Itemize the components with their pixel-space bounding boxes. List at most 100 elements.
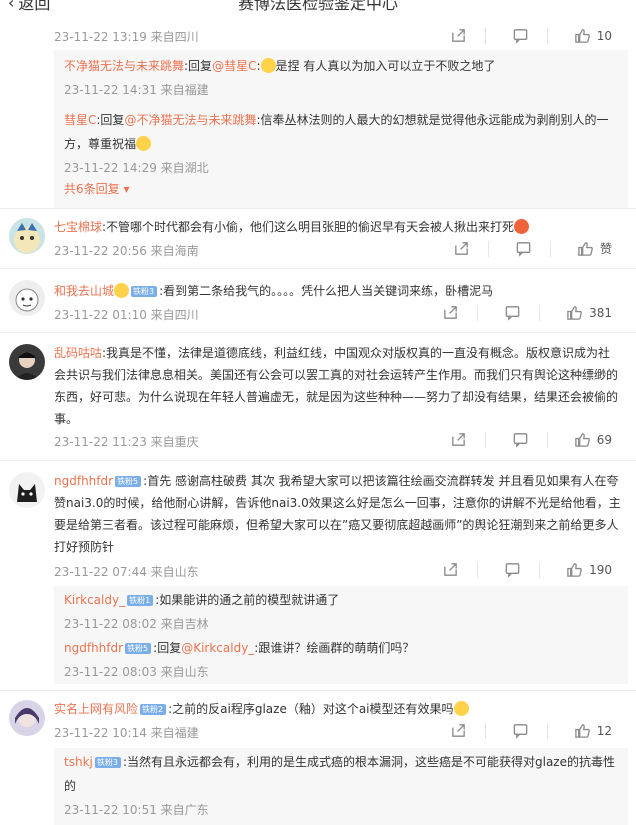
- comment-actions: 190: [416, 561, 612, 578]
- reply-username[interactable]: tshkj: [64, 755, 93, 769]
- replies-container: Kirkcaldy_ 铁粉1:如果能讲的通之前的模型就讲通了 23-11-22 0…: [54, 586, 628, 684]
- share-button[interactable]: [442, 304, 459, 321]
- like-button[interactable]: 381: [566, 304, 612, 321]
- fan-badge: 铁粉1: [127, 595, 154, 606]
- like-icon: [566, 304, 583, 321]
- avatar[interactable]: [9, 344, 45, 380]
- comment-body: 实名上网有风险 铁粉2:之前的反ai程序glaze（釉）对这个ai模型还有效果吗: [54, 698, 622, 720]
- comment-username[interactable]: 乱码咕咕: [54, 346, 102, 360]
- like-count: 381: [589, 305, 612, 320]
- comment-actions: 12: [424, 722, 612, 739]
- comment-username[interactable]: ngdfhhfdr: [54, 474, 113, 488]
- more-replies-link[interactable]: 共6条回复 ▾: [64, 180, 129, 197]
- comment-username[interactable]: 和我去山城: [54, 284, 114, 298]
- divider: [549, 240, 551, 257]
- share-button[interactable]: [453, 240, 470, 257]
- divider: [546, 27, 548, 44]
- share-button[interactable]: [442, 561, 459, 578]
- like-icon: [566, 561, 583, 578]
- like-count: 10: [596, 28, 612, 43]
- reply-username[interactable]: ngdfhhfdr: [64, 641, 123, 655]
- comment-button[interactable]: [504, 304, 521, 321]
- like-button[interactable]: 赞: [577, 240, 612, 257]
- avatar[interactable]: [9, 218, 45, 254]
- emoji-icon: [260, 58, 276, 73]
- reply-item: tshkj 铁粉3:当然有且永远都会有，利用的是生成式癌的根本漏洞，这些癌是不可能…: [64, 750, 616, 822]
- comment-button[interactable]: [504, 561, 521, 578]
- divider: [0, 332, 636, 333]
- comment-button[interactable]: [512, 27, 529, 44]
- reply-username[interactable]: Kirkcaldy_: [64, 593, 125, 607]
- share-button[interactable]: [450, 722, 467, 739]
- reply-item: ngdfhhfdr 铁粉5:回复@Kirkcaldy_:跟谁讲？绘画群的萌萌们吗？…: [64, 636, 616, 684]
- comment-button[interactable]: [515, 240, 532, 257]
- mention-link[interactable]: @Kirkcaldy_: [181, 641, 254, 655]
- reply-meta: 23-11-22 08:02 来自吉林: [64, 617, 209, 631]
- like-icon: [574, 27, 591, 44]
- reply-username[interactable]: 彗星C: [64, 113, 96, 127]
- divider: [0, 460, 636, 461]
- replies-container: tshkj 铁粉3:当然有且永远都会有，利用的是生成式癌的根本漏洞，这些癌是不可能…: [54, 748, 628, 825]
- like-icon: [574, 431, 591, 448]
- share-button[interactable]: [450, 431, 467, 448]
- comment-button[interactable]: [512, 722, 529, 739]
- fan-badge: 铁粉3: [131, 286, 158, 297]
- comment-body: 七宝棉球:不管哪个时代都会有小偷，他们这么明目张胆的偷迟早有天会被人揪出来打死: [54, 216, 622, 238]
- comment-actions: 69: [424, 431, 612, 448]
- comment-icon: [512, 722, 529, 739]
- like-count: 190: [589, 562, 612, 577]
- comment-icon: [504, 561, 521, 578]
- divider: [0, 208, 636, 209]
- avatar[interactable]: [9, 472, 45, 508]
- divider: [484, 722, 486, 739]
- comment-meta: 23-11-22 07:44 来自山东: [54, 565, 199, 579]
- comment-actions: 381: [416, 304, 612, 321]
- share-icon: [450, 431, 467, 448]
- mention-link[interactable]: @彗星C: [212, 59, 256, 73]
- emoji-icon: [114, 283, 130, 298]
- comment-icon: [515, 240, 532, 257]
- comment-meta: 23-11-22 13:19 来自四川: [54, 30, 199, 44]
- divider: [477, 561, 479, 578]
- comment-meta: 23-11-22 01:10 来自四川: [54, 308, 199, 322]
- divider: [487, 240, 489, 257]
- reply-item: 不净猫无法与未来跳舞:回复@彗星C: 是捏 有人真以为加入可以立于不败之地了 23…: [64, 54, 616, 102]
- share-icon: [453, 240, 470, 257]
- comment-body: ngdfhhfdr 铁粉5:首先 感谢高柱破费 其次 我希望大家可以把该篇往绘画交…: [54, 474, 621, 554]
- comment-icon: [512, 431, 529, 448]
- like-button[interactable]: 190: [566, 561, 612, 578]
- share-button[interactable]: [450, 27, 467, 44]
- like-button[interactable]: 12: [574, 722, 612, 739]
- like-icon: [577, 240, 594, 257]
- like-button[interactable]: 10: [574, 27, 612, 44]
- fan-badge: 铁粉5: [115, 476, 142, 487]
- mention-link[interactable]: @不净猫无法与未来跳舞: [124, 113, 256, 127]
- like-count: 69: [596, 432, 612, 447]
- reply-meta: 23-11-22 14:31 来自福建: [64, 83, 209, 97]
- reply-meta: 23-11-22 10:51 来自广东: [64, 803, 209, 817]
- comment-meta: 23-11-22 10:14 来自福建: [54, 726, 199, 740]
- comment-username[interactable]: 实名上网有风险: [54, 702, 138, 716]
- like-count: 赞: [599, 242, 612, 256]
- comment-meta: 23-11-22 11:23 来自重庆: [54, 435, 199, 449]
- header-bar: ‹ 返回 赛博法医检验鉴定中心: [0, 0, 636, 14]
- avatar[interactable]: [9, 700, 45, 736]
- comment-body: 乱码咕咕:我真是不懂，法律是道德底线，利益红线，中国观众对版权真的一直没有概念。…: [54, 346, 619, 426]
- emoji-icon: [514, 219, 530, 234]
- comment-username[interactable]: 七宝棉球: [54, 220, 102, 234]
- reply-meta: 23-11-22 14:29 来自湖北: [64, 161, 209, 175]
- divider: [546, 722, 548, 739]
- share-icon: [450, 27, 467, 44]
- reply-username[interactable]: 不净猫无法与未来跳舞: [64, 59, 184, 73]
- comment-button[interactable]: [512, 431, 529, 448]
- comment-meta: 23-11-22 20:56 来自海南: [54, 244, 199, 258]
- divider: [539, 561, 541, 578]
- divider: [0, 268, 636, 269]
- like-button[interactable]: 69: [574, 431, 612, 448]
- fan-badge: 铁粉5: [125, 643, 152, 654]
- divider: [546, 431, 548, 448]
- avatar[interactable]: [9, 280, 45, 316]
- share-icon: [442, 561, 459, 578]
- like-icon: [574, 722, 591, 739]
- reply-item: 彗星C:回复@不净猫无法与未来跳舞:信奉丛林法则的人最大的幻想就是觉得他永远能成…: [64, 108, 616, 180]
